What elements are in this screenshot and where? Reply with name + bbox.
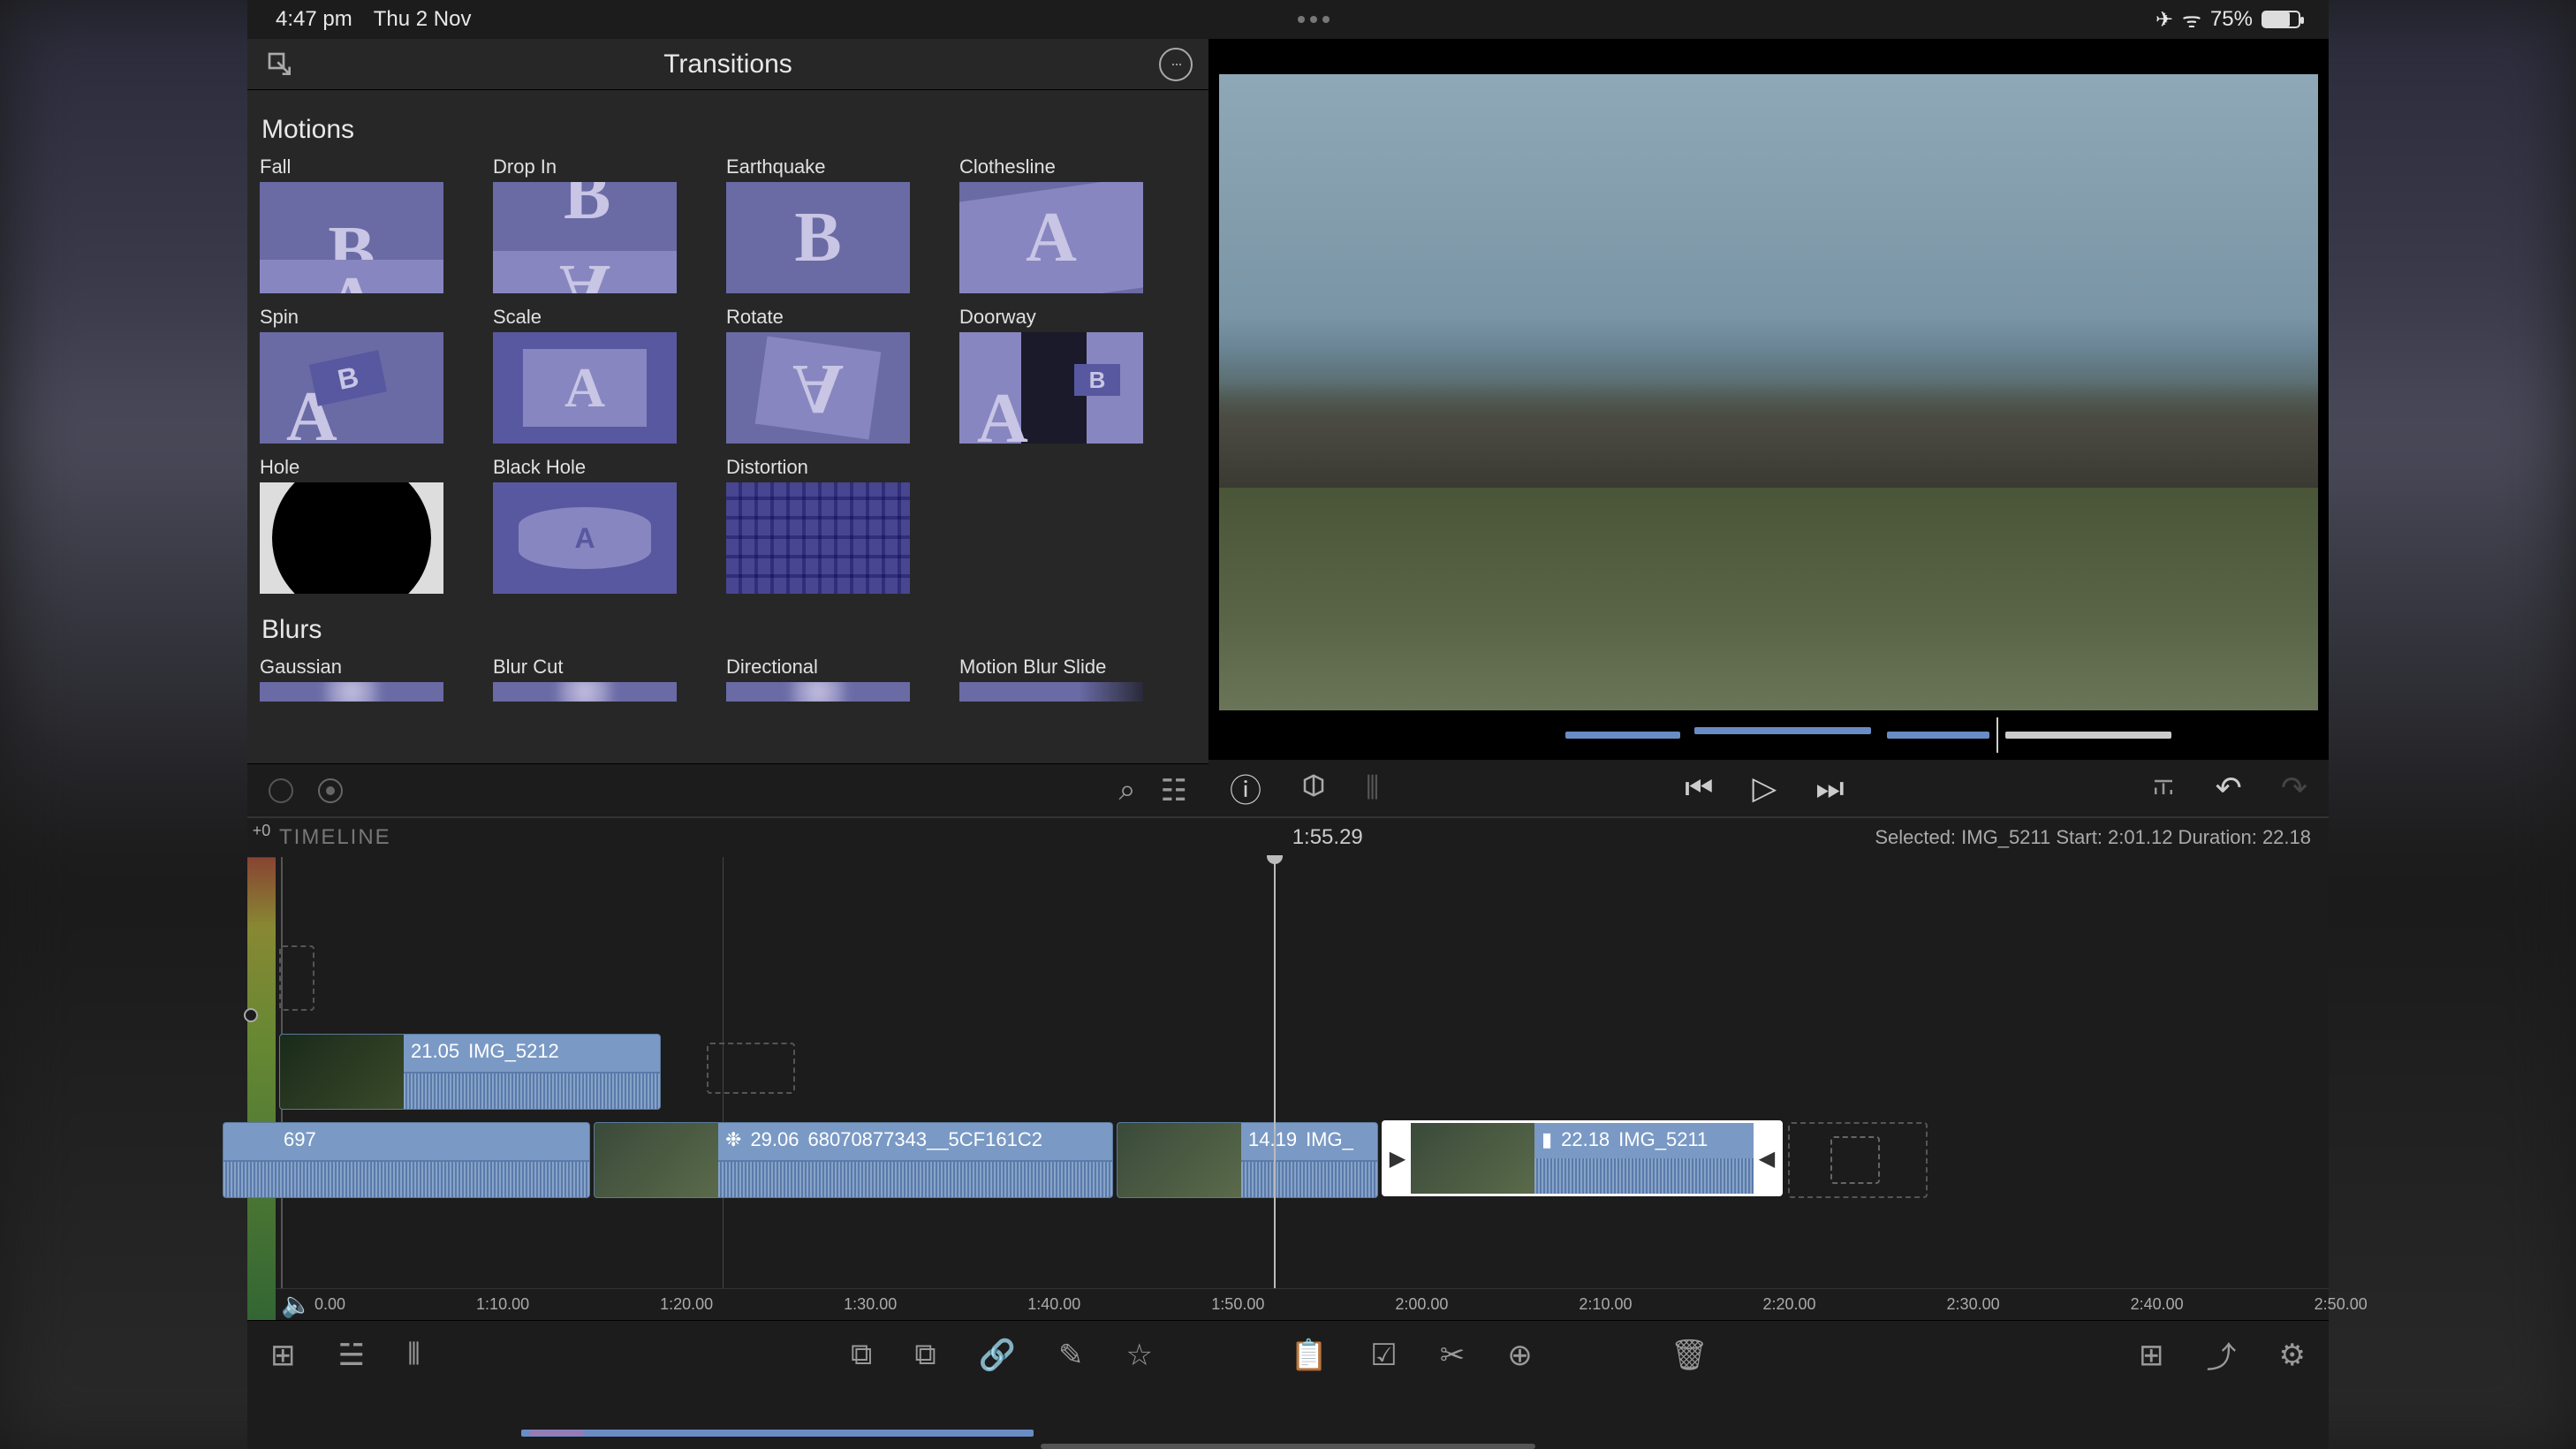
viewer-mini-timeline[interactable] bbox=[1208, 710, 2329, 760]
approve-icon[interactable] bbox=[269, 778, 293, 803]
check-icon[interactable]: ☑ bbox=[1370, 1338, 1397, 1373]
star-icon[interactable]: ☆ bbox=[1125, 1338, 1152, 1373]
next-icon[interactable]: ⏭ bbox=[1815, 770, 1844, 808]
section-motions: Motions bbox=[261, 115, 1196, 145]
audio-meter[interactable] bbox=[247, 857, 276, 1320]
transition-directional[interactable]: Directional bbox=[726, 656, 910, 702]
clip-697[interactable]: 697 bbox=[223, 1122, 590, 1198]
expand-icon[interactable] bbox=[263, 48, 297, 81]
add-clip-icon[interactable]: ⊞ bbox=[270, 1338, 296, 1373]
bars-icon[interactable]: ⦀ bbox=[407, 1338, 420, 1372]
link-icon[interactable]: 🔗 bbox=[979, 1338, 1016, 1373]
transition-gaussian[interactable]: Gaussian bbox=[260, 656, 443, 702]
transition-blur-cut[interactable]: Blur Cut bbox=[493, 656, 677, 702]
timeline-ruler[interactable]: 🔈 0.00 1:10.00 1:20.00 1:30.00 1:40.00 1… bbox=[276, 1288, 2329, 1320]
transition-doorway[interactable]: DoorwayAB bbox=[959, 306, 1143, 444]
trash-icon[interactable]: 🗑 bbox=[1671, 1338, 1708, 1373]
tools-icon[interactable] bbox=[2150, 770, 2177, 807]
bottom-toolbar: ⊞ ☱ ⦀ ⧉ ⧉ 🔗 ✎ ☆ 📋 ☑ ✂ ⊕ 🗑 ⊞ ⤴ ⚙ bbox=[247, 1320, 2329, 1389]
filter-icon[interactable]: ☷ bbox=[1161, 773, 1187, 808]
reel-icon[interactable] bbox=[1300, 770, 1327, 807]
align-icon[interactable]: ⫴ bbox=[1366, 770, 1379, 808]
transition-hole[interactable]: Hole bbox=[260, 456, 443, 594]
panel-title: Transitions bbox=[297, 49, 1159, 80]
plus-icon[interactable]: ⊕ bbox=[1507, 1338, 1533, 1373]
grid-icon[interactable]: ⊞ bbox=[2139, 1338, 2164, 1373]
undo-icon[interactable]: ↶ bbox=[2216, 770, 2242, 807]
battery-icon bbox=[2262, 11, 2300, 28]
battery-pct: 75% bbox=[2210, 7, 2253, 32]
rect-icon[interactable]: ⧉ bbox=[851, 1338, 872, 1372]
stabilize-icon: ❉ bbox=[725, 1128, 741, 1151]
status-time: 4:47 pm bbox=[276, 7, 352, 32]
timeline-current-time: 1:55.29 bbox=[1292, 825, 1363, 850]
playhead[interactable] bbox=[1274, 857, 1276, 1288]
info-icon[interactable]: ⓘ bbox=[1230, 765, 1261, 811]
transition-distortion[interactable]: Distortion bbox=[726, 456, 910, 594]
transition-clothesline[interactable]: ClotheslineA bbox=[959, 156, 1143, 293]
transition-spin[interactable]: SpinAB bbox=[260, 306, 443, 444]
prev-icon[interactable]: ⏮ bbox=[1685, 770, 1713, 808]
clip-img-5211[interactable]: ▶ ▮22.18IMG_5211 ◀ bbox=[1382, 1120, 1783, 1196]
scissors-icon[interactable]: ✂ bbox=[1440, 1338, 1466, 1373]
section-blurs: Blurs bbox=[261, 615, 1196, 645]
pencil-icon[interactable]: ✎ bbox=[1058, 1338, 1084, 1373]
viewer-preview[interactable] bbox=[1219, 74, 2318, 710]
transitions-list[interactable]: Motions FallBA Drop InBA EarthquakeB Clo… bbox=[247, 90, 1208, 763]
transitions-panel: Transitions ··· Motions FallBA Drop InBA… bbox=[247, 39, 1208, 816]
rect2-icon[interactable]: ⧉ bbox=[914, 1338, 936, 1372]
more-icon[interactable]: ··· bbox=[1159, 48, 1193, 81]
transition-scale[interactable]: ScaleA bbox=[493, 306, 677, 444]
status-date: Thu 2 Nov bbox=[374, 7, 472, 32]
clip-14-19[interactable]: 14.19IMG_ bbox=[1117, 1122, 1378, 1198]
record-icon[interactable] bbox=[318, 778, 343, 803]
airplane-icon: ✈ bbox=[2156, 7, 2173, 33]
timeline-label: TIMELINE bbox=[279, 825, 391, 850]
transition-drop-in[interactable]: Drop InBA bbox=[493, 156, 677, 293]
wifi-icon: ᯤ bbox=[2182, 5, 2201, 34]
clip-img-5212[interactable]: 21.05IMG_5212 bbox=[279, 1034, 661, 1110]
home-indicator[interactable] bbox=[1041, 1444, 1535, 1449]
transition-fall[interactable]: FallBA bbox=[260, 156, 443, 293]
layers-icon[interactable]: ☱ bbox=[338, 1338, 365, 1373]
timeline-selection-info: Selected: IMG_5211 Start: 2:01.12 Durati… bbox=[1875, 826, 2311, 849]
timeline-tracks[interactable]: 21.05IMG_5212 697 ❉29.0668070877343__5CF… bbox=[276, 857, 2329, 1320]
viewer: ⓘ ⫴ ⏮ ▷ ⏭ ↶ ↷ bbox=[1208, 39, 2329, 816]
gear-icon[interactable]: ⚙ bbox=[2279, 1338, 2306, 1373]
status-bar: 4:47 pm Thu 2 Nov ✈ ᯤ 75% bbox=[247, 0, 2329, 39]
play-icon[interactable]: ▷ bbox=[1753, 770, 1777, 807]
volume-icon[interactable]: 🔈 bbox=[281, 1290, 312, 1319]
clipboard-icon[interactable]: 📋 bbox=[1291, 1338, 1328, 1373]
camera-icon: ▮ bbox=[1542, 1128, 1552, 1151]
clip-68070877343[interactable]: ❉29.0668070877343__5CF161C2 bbox=[594, 1122, 1113, 1198]
transition-black-hole[interactable]: Black HoleA bbox=[493, 456, 677, 594]
transition-earthquake[interactable]: EarthquakeB bbox=[726, 156, 910, 293]
timeline-offset: +0 bbox=[247, 818, 276, 857]
transition-rotate[interactable]: RotateA bbox=[726, 306, 910, 444]
search-icon[interactable]: ⌕ bbox=[1118, 773, 1135, 808]
share-icon[interactable]: ⤴ bbox=[2207, 1333, 2237, 1377]
redo-icon[interactable]: ↷ bbox=[2281, 770, 2307, 807]
transition-motion-blur-slide[interactable]: Motion Blur Slide bbox=[959, 656, 1143, 702]
multitask-dots[interactable] bbox=[1298, 16, 1330, 23]
